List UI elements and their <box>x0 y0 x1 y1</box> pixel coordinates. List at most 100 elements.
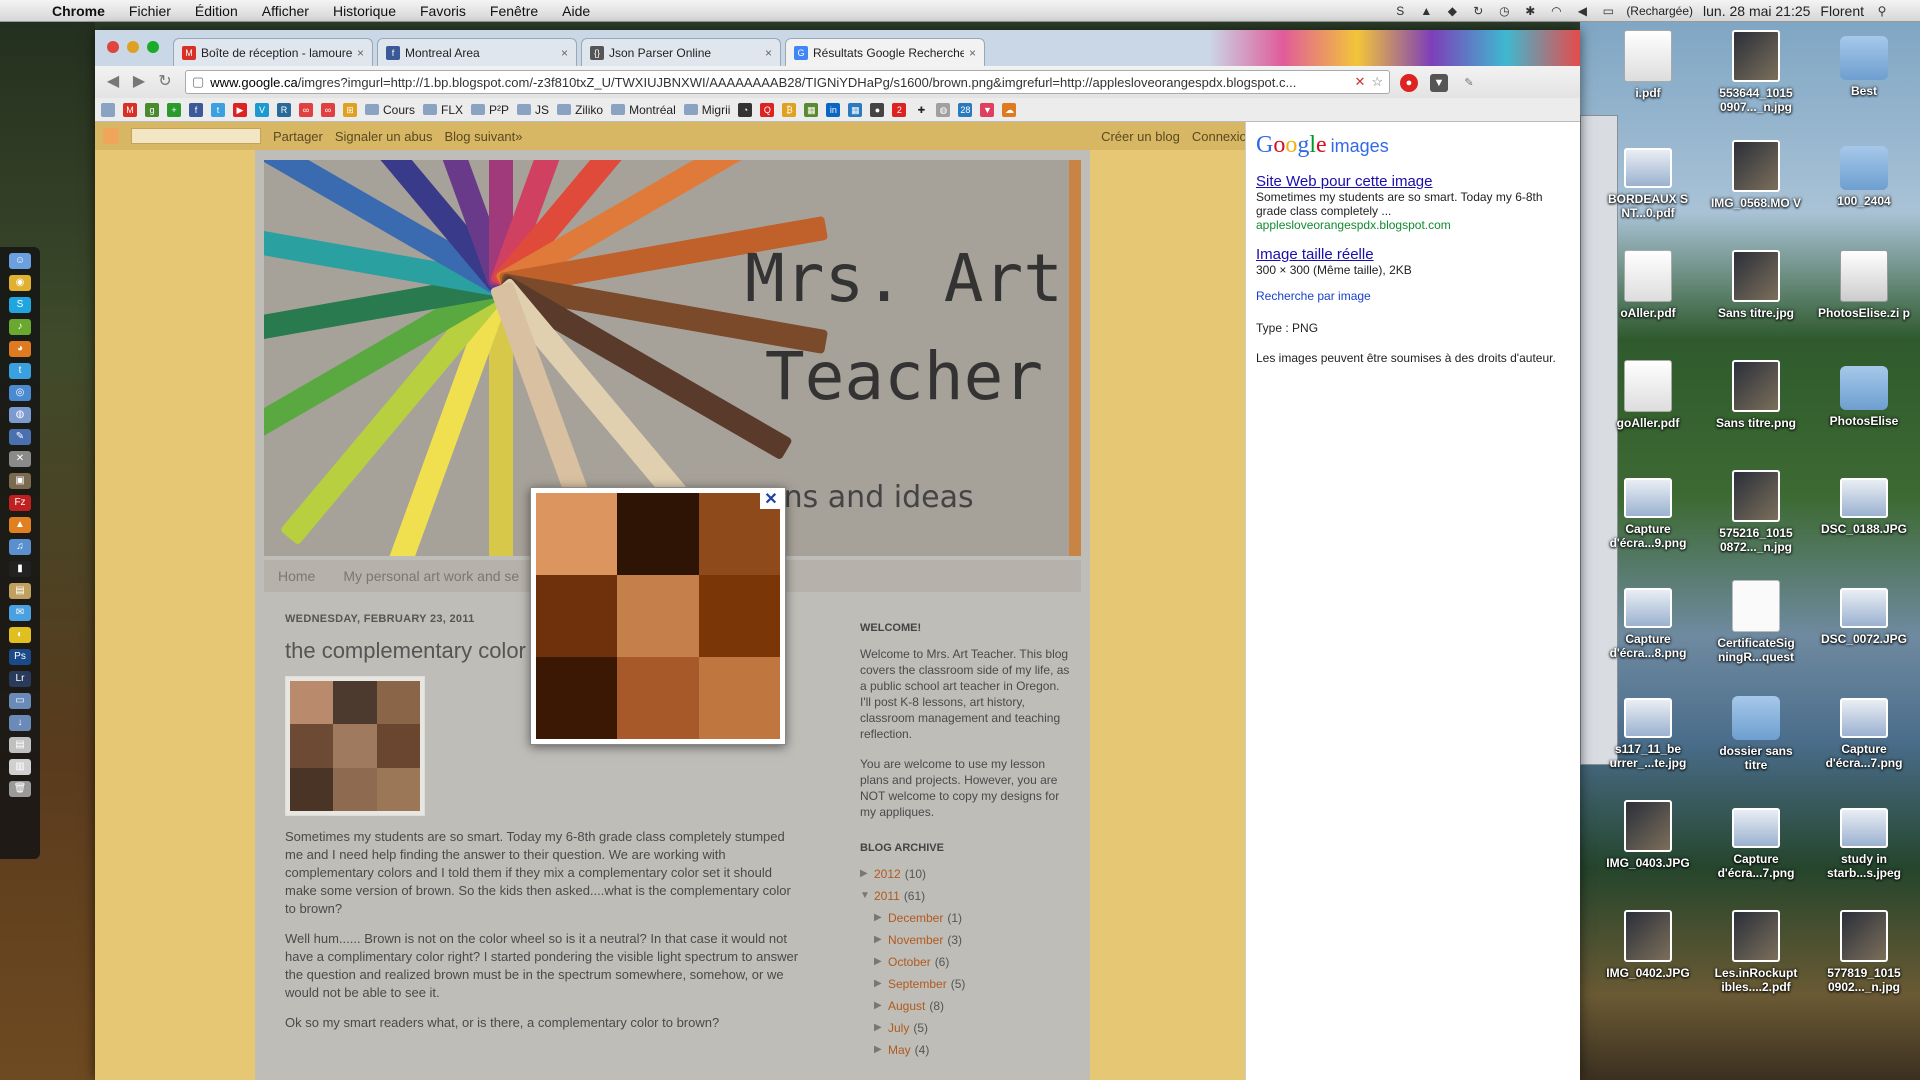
blogger-logo-icon[interactable] <box>103 128 119 144</box>
spotify-icon[interactable]: ♪ <box>9 319 31 335</box>
reader-icon[interactable]: R <box>277 102 291 117</box>
desktop-icon-shot[interactable]: study in starb...s.jpeg <box>1816 800 1912 880</box>
bookmark-folder[interactable]: FLX <box>423 103 463 117</box>
tab-google-images[interactable]: G Résultats Google Recherche × <box>785 38 985 66</box>
report-abuse-link[interactable]: Signaler un abus <box>335 129 433 144</box>
desktop-icon-shot[interactable]: Capture d'écra...7.png <box>1708 800 1804 880</box>
desktop-icon-shot[interactable]: BORDEAUX S NT...0.pdf <box>1600 140 1696 220</box>
minimize-window-icon[interactable] <box>127 41 139 53</box>
menu-window[interactable]: Fenêtre <box>478 3 550 19</box>
lightroom-icon[interactable]: Lr <box>9 671 31 687</box>
dropbox-tray-icon[interactable]: ◆ <box>1444 4 1460 18</box>
pocket-icon[interactable]: ▼ <box>1430 74 1448 92</box>
trash-icon[interactable]: 🗑 <box>9 781 31 797</box>
bookmark-folder[interactable]: Migrii <box>684 103 731 117</box>
desktop-icon-photo[interactable]: 553644_1015 0907..._n.jpg <box>1708 30 1804 114</box>
desktop-icon-pdf[interactable]: i.pdf <box>1600 30 1696 100</box>
adblock-icon[interactable]: ● <box>1400 74 1418 92</box>
desktop-icon-photo[interactable]: IMG_0403.JPG <box>1600 800 1696 870</box>
archive-item[interactable]: ▶ December (1) <box>860 910 1070 926</box>
archive-link[interactable]: October <box>888 954 931 970</box>
star-icon[interactable]: ☆ <box>1371 74 1383 90</box>
desktop-icon-folder[interactable]: Best <box>1816 30 1912 98</box>
archive-item[interactable]: ▶ October (6) <box>860 954 1070 970</box>
wrench-icon[interactable]: ✎ <box>1460 74 1478 92</box>
bookmark-folder[interactable]: Ziliko <box>557 103 603 117</box>
close-tab-icon[interactable]: × <box>969 46 976 60</box>
desktop-icon-shot[interactable]: DSC_0188.JPG <box>1816 470 1912 536</box>
desktop-icon-doc[interactable]: CertificateSig ningR...quest <box>1708 580 1804 664</box>
archive-item[interactable]: ▼ 2011 (61) <box>860 888 1070 904</box>
clock[interactable]: lun. 28 mai 21:25 <box>1703 3 1810 19</box>
desktop-icon-zip[interactable]: PhotosElise.zi p <box>1816 250 1912 320</box>
archive-item[interactable]: ▶ July (5) <box>860 1020 1070 1036</box>
desktop-icon-shot[interactable]: Capture d'écra...7.png <box>1816 690 1912 770</box>
full-size-link[interactable]: Image taille réelle <box>1256 246 1570 263</box>
archive-link[interactable]: 2012 <box>874 866 901 882</box>
zoom-window-icon[interactable] <box>147 41 159 53</box>
menu-history[interactable]: Historique <box>321 3 408 19</box>
menu-view[interactable]: Afficher <box>250 3 321 19</box>
archive-item[interactable]: ▶ 2012 (10) <box>860 866 1070 882</box>
menu-help[interactable]: Aide <box>550 3 602 19</box>
gmail-icon[interactable]: M <box>123 102 137 117</box>
network-icon[interactable]: ◍ <box>9 407 31 423</box>
desktop-icon-pdf[interactable]: goAller.pdf <box>1600 360 1696 430</box>
desktop-icon-photo[interactable]: IMG_0402.JPG <box>1600 910 1696 980</box>
archive-item[interactable]: ▶ September (5) <box>860 976 1070 992</box>
bookmark-folder[interactable]: JS <box>517 103 549 117</box>
address-bar[interactable]: ▢ www.google.ca/imgres?imgurl=http://1.b… <box>185 70 1390 94</box>
collapse-arrow-icon[interactable]: ▼ <box>860 888 870 904</box>
menu-bookmarks[interactable]: Favoris <box>408 3 478 19</box>
drive-tray-icon[interactable]: ▲ <box>1418 4 1434 18</box>
expand-arrow-icon[interactable]: ▶ <box>874 910 884 926</box>
folder-icon[interactable] <box>101 102 115 117</box>
archive-link[interactable]: December <box>888 910 943 926</box>
close-icon[interactable]: ✕ <box>760 491 782 509</box>
tools-icon[interactable]: ✕ <box>9 451 31 467</box>
archive-link[interactable]: 2011 <box>874 888 900 904</box>
wifi-icon[interactable]: ◠ <box>1548 4 1564 18</box>
tab-montreal[interactable]: f Montreal Area × <box>377 38 577 66</box>
desktop-icon-shot[interactable]: s117_11_be urrer_...te.jpg <box>1600 690 1696 770</box>
archive-link[interactable]: May <box>888 1042 911 1058</box>
skype-tray-icon[interactable]: S <box>1392 4 1408 18</box>
expand-arrow-icon[interactable]: ▶ <box>874 1020 884 1036</box>
expand-arrow-icon[interactable]: ▶ <box>874 1042 884 1058</box>
desktop-icon-photo[interactable]: 575216_1015 0872..._n.jpg <box>1708 470 1804 554</box>
desktop-icon-photo[interactable]: IMG_0568.MO V <box>1708 140 1804 210</box>
nav-personal-art[interactable]: My personal art work and se <box>329 568 533 584</box>
photo-icon[interactable]: ▣ <box>9 473 31 489</box>
close-window-icon[interactable] <box>107 41 119 53</box>
desktop-icon-photo[interactable]: Les.inRockupt ibles....2.pdf <box>1708 910 1804 994</box>
xcode-icon[interactable]: ✎ <box>9 429 31 445</box>
chrome-icon[interactable]: ◉ <box>9 275 31 291</box>
create-blog-link[interactable]: Créer un blog <box>1101 129 1180 144</box>
pocket-icon[interactable]: ▼ <box>980 102 995 117</box>
calendar-icon[interactable]: 28 <box>958 102 973 117</box>
globe-icon[interactable]: ◍ <box>936 102 951 117</box>
post-image-thumbnail[interactable] <box>285 676 425 816</box>
search-by-image-link[interactable]: Recherche par image <box>1256 289 1570 303</box>
documents-icon[interactable]: ▤ <box>9 737 31 753</box>
time-machine-icon[interactable]: ◷ <box>1496 4 1512 18</box>
linkedin-icon[interactable]: in <box>826 102 841 117</box>
close-tab-icon[interactable]: × <box>765 46 772 60</box>
firefox-icon[interactable]: ◕ <box>9 341 31 357</box>
photoshop-icon[interactable]: Ps <box>9 649 31 665</box>
desktop-icon-shot[interactable]: DSC_0072.JPG <box>1816 580 1912 646</box>
desktop-icon-photo[interactable]: Sans titre.jpg <box>1708 250 1804 320</box>
bitcoin-icon[interactable]: ₿ <box>782 102 797 117</box>
stack-icon[interactable]: ▥ <box>9 759 31 775</box>
quora-icon[interactable]: Q <box>760 102 775 117</box>
skype-icon[interactable]: S <box>9 297 31 313</box>
bookmark-folder[interactable]: Cours <box>365 103 415 117</box>
archive-link[interactable]: November <box>888 932 943 948</box>
link-icon[interactable]: ∞ <box>299 102 313 117</box>
vimeo-icon[interactable]: V <box>255 102 269 117</box>
archive-item[interactable]: ▶ August (8) <box>860 998 1070 1014</box>
expand-arrow-icon[interactable]: ▶ <box>874 954 884 970</box>
close-tab-icon[interactable]: × <box>561 46 568 60</box>
volume-icon[interactable]: ◀ <box>1574 4 1590 18</box>
expand-arrow-icon[interactable]: ▶ <box>874 932 884 948</box>
